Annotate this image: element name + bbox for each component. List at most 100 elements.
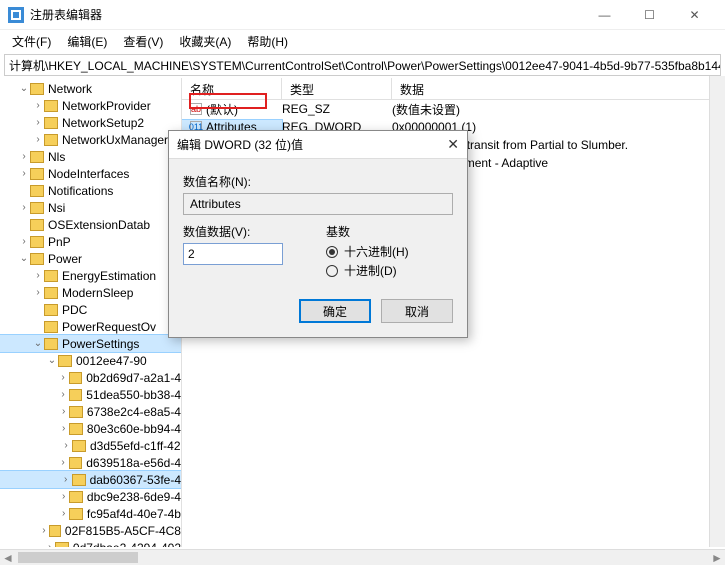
folder-icon	[30, 219, 44, 231]
chevron-right-icon[interactable]: ›	[18, 168, 30, 179]
chevron-right-icon[interactable]: ›	[39, 525, 49, 536]
chevron-down-icon[interactable]: ⌄	[18, 83, 30, 94]
chevron-right-icon[interactable]: ›	[18, 236, 30, 247]
chevron-right-icon[interactable]: ›	[32, 134, 44, 145]
tree-item[interactable]: ›d639518a-e56d-4	[0, 454, 181, 471]
tree-item[interactable]: ›NodeInterfaces	[0, 165, 181, 182]
value-data-label: 数值数据(V):	[183, 223, 310, 240]
tree-item[interactable]: › NetworkUxManager	[0, 131, 181, 148]
tree-item-label: PDC	[62, 303, 87, 317]
tree-item[interactable]: ›Nls	[0, 148, 181, 165]
tree-item-label: 6738e2c4-e8a5-4	[87, 405, 181, 419]
address-path: 计算机\HKEY_LOCAL_MACHINE\SYSTEM\CurrentCon…	[9, 57, 721, 74]
tree-item[interactable]: ⌄ Network	[0, 80, 181, 97]
chevron-right-icon[interactable]: ›	[58, 508, 70, 519]
tree-item[interactable]: ›dab60367-53fe-4	[0, 471, 181, 488]
tree-item[interactable]: PowerRequestOv	[0, 318, 181, 335]
maximize-button[interactable]: ☐	[627, 1, 672, 29]
dialog-titlebar[interactable]: 编辑 DWORD (32 位)值 ✕	[169, 131, 467, 159]
chevron-right-icon[interactable]: ›	[57, 372, 68, 383]
folder-icon	[69, 389, 82, 401]
scroll-left-icon[interactable]: ◄	[0, 550, 16, 565]
tree-item[interactable]: ›dbc9e238-6de9-4	[0, 488, 181, 505]
chevron-right-icon[interactable]: ›	[32, 287, 44, 298]
folder-icon	[30, 168, 44, 180]
radio-hex[interactable]: 十六进制(H)	[326, 243, 453, 260]
value-data-input[interactable]	[183, 243, 283, 265]
menu-view[interactable]: 查看(V)	[117, 31, 169, 52]
menu-edit[interactable]: 编辑(E)	[61, 31, 113, 52]
tree-item[interactable]: OSExtensionDatab	[0, 216, 181, 233]
tree-item[interactable]: › fc95af4d-40e7-4b	[0, 505, 181, 522]
value-data: (数值未设置)	[392, 101, 725, 118]
col-type[interactable]: 类型	[282, 78, 392, 99]
scroll-right-icon[interactable]: ►	[709, 550, 725, 565]
tree-item[interactable]: ⌄Power	[0, 250, 181, 267]
tree-item-label: Network	[48, 82, 92, 96]
chevron-down-icon[interactable]: ⌄	[18, 253, 30, 264]
address-bar[interactable]: 计算机\HKEY_LOCAL_MACHINE\SYSTEM\CurrentCon…	[4, 54, 721, 76]
chevron-down-icon[interactable]: ⌄	[32, 338, 44, 349]
close-button[interactable]: ✕	[672, 1, 717, 29]
tree-item[interactable]: ›NetworkSetup2	[0, 114, 181, 131]
value-type: REG_SZ	[282, 102, 392, 116]
folder-icon	[30, 236, 44, 248]
tree-item-label: NetworkUxManager	[62, 133, 168, 147]
vertical-scrollbar[interactable]	[709, 76, 725, 547]
folder-icon	[44, 304, 58, 316]
radio-dec[interactable]: 十进制(D)	[326, 262, 453, 279]
folder-icon	[69, 406, 83, 418]
chevron-right-icon[interactable]: ›	[44, 542, 55, 547]
minimize-button[interactable]: —	[582, 1, 627, 29]
tree-item[interactable]: › EnergyEstimation	[0, 267, 181, 284]
chevron-right-icon[interactable]: ›	[57, 389, 68, 400]
tree-item[interactable]: › ModernSleep	[0, 284, 181, 301]
tree-item[interactable]: ›Nsi	[0, 199, 181, 216]
tree-item[interactable]: ›51dea550-bb38-4	[0, 386, 181, 403]
tree-item[interactable]: PDC	[0, 301, 181, 318]
chevron-right-icon[interactable]: ›	[32, 100, 44, 111]
chevron-right-icon[interactable]: ›	[57, 457, 68, 468]
chevron-right-icon[interactable]: ›	[60, 474, 72, 485]
tree-item[interactable]: ›0d7dbae2-4294-402	[0, 539, 181, 547]
folder-icon	[44, 338, 58, 350]
tree-item-label: 02F815B5-A5CF-4C8	[65, 524, 181, 538]
chevron-right-icon[interactable]: ›	[58, 423, 70, 434]
radio-hex-icon	[326, 246, 338, 258]
folder-icon	[72, 474, 86, 486]
tree-item-label: EnergyEstimation	[62, 269, 156, 283]
tree-item[interactable]: ›PnP	[0, 233, 181, 250]
chevron-right-icon[interactable]: ›	[60, 440, 72, 451]
chevron-right-icon[interactable]: ›	[32, 117, 44, 128]
tree-item-label: fc95af4d-40e7-4b	[87, 507, 181, 521]
tree-item[interactable]: ›d3d55efd-c1ff-42	[0, 437, 181, 454]
chevron-down-icon[interactable]: ⌄	[46, 355, 58, 366]
tree-item[interactable]: ›80e3c60e-bb94-4	[0, 420, 181, 437]
chevron-right-icon[interactable]: ›	[58, 406, 70, 417]
chevron-right-icon[interactable]: ›	[32, 270, 44, 281]
chevron-right-icon[interactable]: ›	[18, 202, 30, 213]
highlight-attributes	[189, 93, 267, 109]
tree-item[interactable]: › 6738e2c4-e8a5-4	[0, 403, 181, 420]
dialog-close-icon[interactable]: ✕	[447, 136, 459, 153]
tree-item[interactable]: ⌄ PowerSettings	[0, 335, 181, 352]
tree-item-label: ModernSleep	[62, 286, 133, 300]
chevron-right-icon[interactable]: ›	[18, 151, 30, 162]
cancel-button[interactable]: 取消	[381, 299, 453, 323]
tree-item-label: PowerSettings	[62, 337, 139, 351]
menu-file[interactable]: 文件(F)	[6, 31, 57, 52]
col-data[interactable]: 数据	[392, 78, 725, 99]
chevron-right-icon[interactable]: ›	[58, 491, 70, 502]
ok-button[interactable]: 确定	[299, 299, 371, 323]
tree-view[interactable]: ⌄Network›NetworkProvider›NetworkSetup2›N…	[0, 78, 182, 547]
scroll-thumb[interactable]	[18, 552, 138, 563]
horizontal-scrollbar[interactable]: ◄ ►	[0, 549, 725, 565]
tree-item[interactable]: Notifications	[0, 182, 181, 199]
folder-icon	[72, 440, 86, 452]
menu-help[interactable]: 帮助(H)	[241, 31, 294, 52]
tree-item[interactable]: ⌄0012ee47-90	[0, 352, 181, 369]
tree-item[interactable]: › 02F815B5-A5CF-4C8	[0, 522, 181, 539]
tree-item[interactable]: ›0b2d69d7-a2a1-4	[0, 369, 181, 386]
menu-favorites[interactable]: 收藏夹(A)	[173, 31, 237, 52]
tree-item[interactable]: ›NetworkProvider	[0, 97, 181, 114]
